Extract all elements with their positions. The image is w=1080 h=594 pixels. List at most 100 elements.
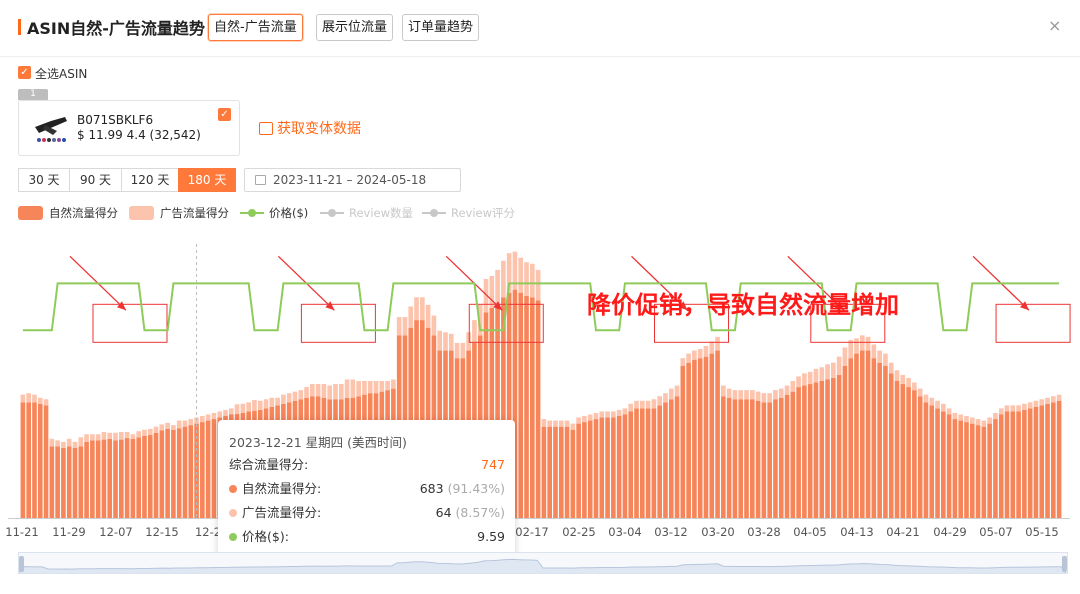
bar-organic[interactable] bbox=[802, 385, 807, 518]
bar-ad[interactable] bbox=[998, 408, 1004, 415]
bar-ad[interactable] bbox=[460, 342, 466, 359]
bar-organic[interactable] bbox=[813, 382, 819, 518]
bar-ad[interactable] bbox=[628, 403, 634, 412]
bar-organic[interactable] bbox=[616, 416, 622, 518]
bar-organic[interactable] bbox=[796, 387, 801, 518]
bar-organic[interactable] bbox=[946, 414, 952, 518]
bar-ad[interactable] bbox=[964, 416, 969, 423]
bar-organic[interactable] bbox=[778, 397, 784, 518]
bar-organic[interactable] bbox=[790, 391, 796, 518]
bar-organic[interactable] bbox=[964, 422, 969, 518]
bar-organic[interactable] bbox=[107, 438, 113, 518]
bar-ad[interactable] bbox=[257, 400, 263, 410]
bar-ad[interactable] bbox=[373, 381, 379, 394]
bar-organic[interactable] bbox=[599, 417, 605, 518]
bar-ad[interactable] bbox=[188, 419, 194, 426]
bar-ad[interactable] bbox=[286, 393, 292, 403]
legend-review-count[interactable]: Review数量 bbox=[320, 205, 413, 221]
bar-ad[interactable] bbox=[958, 414, 964, 421]
bar-ad[interactable] bbox=[211, 412, 217, 420]
bar-organic[interactable] bbox=[819, 381, 825, 518]
bar-ad[interactable] bbox=[611, 411, 616, 418]
bar-organic[interactable] bbox=[894, 381, 900, 518]
bar-organic[interactable] bbox=[697, 358, 703, 518]
bar-organic[interactable] bbox=[593, 419, 599, 518]
zoom-handle-right[interactable] bbox=[1062, 556, 1067, 572]
bar-ad[interactable] bbox=[616, 409, 622, 417]
bar-organic[interactable] bbox=[941, 411, 946, 518]
select-all-checkbox[interactable]: ✓ bbox=[18, 66, 31, 79]
bar-ad[interactable] bbox=[246, 402, 251, 412]
bar-ad[interactable] bbox=[304, 387, 309, 398]
bar-organic[interactable] bbox=[935, 408, 940, 518]
tab-placement-traffic[interactable]: 展示位流量 bbox=[316, 14, 394, 41]
bar-ad[interactable] bbox=[32, 394, 37, 403]
bar-organic[interactable] bbox=[61, 447, 66, 518]
bar-organic[interactable] bbox=[211, 419, 217, 518]
bar-organic[interactable] bbox=[958, 420, 964, 518]
bar-organic[interactable] bbox=[859, 350, 865, 518]
bar-organic[interactable] bbox=[587, 420, 593, 518]
bar-ad[interactable] bbox=[385, 381, 390, 391]
bar-organic[interactable] bbox=[709, 353, 715, 518]
bar-ad[interactable] bbox=[182, 420, 188, 427]
bar-ad[interactable] bbox=[1022, 403, 1027, 410]
bar-ad[interactable] bbox=[686, 353, 691, 363]
bar-organic[interactable] bbox=[755, 400, 761, 518]
fetch-variants-link[interactable]: 获取变体数据 bbox=[259, 118, 361, 138]
bar-ad[interactable] bbox=[136, 431, 141, 438]
bar-organic[interactable] bbox=[981, 426, 987, 518]
bar-organic[interactable] bbox=[530, 297, 535, 518]
bar-organic[interactable] bbox=[906, 387, 911, 518]
bar-organic[interactable] bbox=[43, 405, 49, 518]
bar-organic[interactable] bbox=[917, 396, 923, 518]
bar-ad[interactable] bbox=[877, 350, 882, 363]
bar-organic[interactable] bbox=[975, 425, 981, 518]
bar-organic[interactable] bbox=[26, 402, 31, 518]
bar-ad[interactable] bbox=[703, 345, 709, 357]
bar-organic[interactable] bbox=[90, 440, 95, 518]
bar-ad[interactable] bbox=[113, 432, 118, 441]
bar-organic[interactable] bbox=[888, 373, 894, 518]
bar-organic[interactable] bbox=[147, 435, 153, 518]
bar-ad[interactable] bbox=[338, 384, 344, 400]
bar-organic[interactable] bbox=[101, 439, 107, 518]
bar-ad[interactable] bbox=[43, 399, 49, 406]
bar-ad[interactable] bbox=[101, 431, 107, 440]
bar-ad[interactable] bbox=[645, 400, 651, 409]
bar-organic[interactable] bbox=[993, 419, 998, 518]
bar-ad[interactable] bbox=[298, 390, 304, 400]
bar-organic[interactable] bbox=[628, 411, 634, 518]
bar-organic[interactable] bbox=[825, 379, 830, 518]
bar-ad[interactable] bbox=[796, 376, 801, 388]
bar-ad[interactable] bbox=[223, 409, 228, 417]
bar-ad[interactable] bbox=[217, 411, 223, 418]
bar-ad[interactable] bbox=[836, 356, 842, 375]
bar-organic[interactable] bbox=[807, 384, 813, 518]
bar-organic[interactable] bbox=[767, 402, 772, 518]
bar-ad[interactable] bbox=[263, 399, 269, 409]
bar-ad[interactable] bbox=[825, 364, 830, 380]
bar-ad[interactable] bbox=[350, 379, 356, 398]
bar-ad[interactable] bbox=[408, 306, 414, 328]
bar-organic[interactable] bbox=[49, 446, 55, 518]
bar-ad[interactable] bbox=[518, 257, 524, 293]
bar-organic[interactable] bbox=[182, 426, 188, 518]
bar-organic[interactable] bbox=[142, 435, 147, 518]
bar-organic[interactable] bbox=[929, 405, 935, 518]
bar-ad[interactable] bbox=[663, 393, 668, 403]
bar-organic[interactable] bbox=[153, 432, 159, 518]
bar-organic[interactable] bbox=[1022, 409, 1027, 518]
bar-organic[interactable] bbox=[865, 350, 871, 518]
bar-ad[interactable] bbox=[587, 414, 593, 421]
bar-ad[interactable] bbox=[321, 384, 327, 398]
bar-ad[interactable] bbox=[234, 404, 240, 415]
bar-organic[interactable] bbox=[524, 295, 529, 518]
bar-organic[interactable] bbox=[165, 428, 170, 518]
bar-ad[interactable] bbox=[865, 336, 871, 351]
bar-ad[interactable] bbox=[454, 342, 460, 359]
bar-organic[interactable] bbox=[744, 399, 749, 518]
bar-ad[interactable] bbox=[674, 385, 680, 397]
bar-ad[interactable] bbox=[721, 385, 726, 397]
bar-organic[interactable] bbox=[124, 438, 130, 518]
